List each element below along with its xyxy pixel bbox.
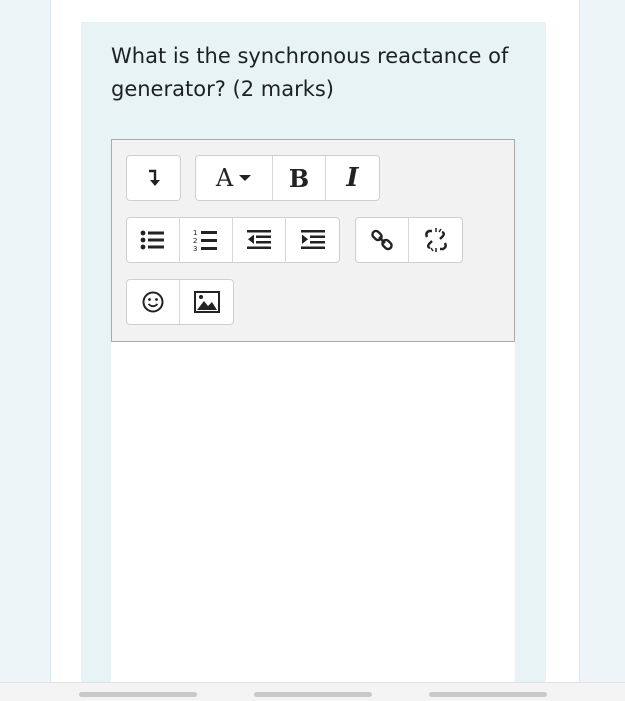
- outdent-icon: [247, 230, 271, 249]
- editor-content-area[interactable]: [111, 342, 515, 682]
- svg-text:3: 3: [193, 245, 197, 252]
- chevron-down-icon: [239, 175, 252, 181]
- indent-icon: [300, 230, 325, 249]
- editor-toolbar: A B I 1 2 3: [111, 139, 515, 342]
- bold-label: B: [288, 163, 310, 193]
- unordered-list-icon: [140, 230, 164, 250]
- ordered-list-button[interactable]: 1 2 3: [180, 218, 233, 262]
- scroll-indicator[interactable]: [79, 692, 197, 697]
- indent-button[interactable]: [286, 218, 339, 262]
- question-text: What is the synchronous reactance of gen…: [111, 44, 509, 101]
- emoji-icon: [142, 291, 164, 313]
- emoji-button[interactable]: [127, 280, 180, 324]
- italic-label: I: [346, 163, 359, 193]
- scroll-indicator[interactable]: [254, 692, 372, 697]
- ordered-list-icon: 1 2 3: [193, 229, 217, 252]
- svg-text:1: 1: [193, 229, 197, 237]
- unlink-button[interactable]: [409, 218, 462, 262]
- insert-image-button[interactable]: [180, 280, 233, 324]
- link-button[interactable]: [356, 218, 409, 262]
- toolbar-group-collapse: [126, 155, 181, 201]
- rich-text-editor: A B I 1 2 3: [111, 139, 515, 682]
- outdent-button[interactable]: [233, 218, 286, 262]
- svg-text:2: 2: [193, 237, 197, 245]
- toolbar-group-lists: 1 2 3: [126, 217, 340, 263]
- toolbar-group-style: A B I: [195, 155, 380, 201]
- image-icon: [193, 291, 220, 313]
- italic-button[interactable]: I: [326, 156, 379, 200]
- bold-button[interactable]: B: [273, 156, 326, 200]
- unordered-list-button[interactable]: [127, 218, 180, 262]
- font-color-button[interactable]: A: [196, 156, 273, 200]
- bottom-scroll-bar: [0, 682, 625, 701]
- toolbar-group-media: [126, 279, 234, 325]
- arrow-down-icon: [148, 169, 160, 186]
- scroll-indicator[interactable]: [429, 692, 547, 697]
- link-icon: [371, 229, 393, 251]
- collapse-toolbar-button[interactable]: [127, 156, 180, 200]
- font-color-label: A: [215, 164, 234, 192]
- toolbar-group-links: [355, 217, 463, 263]
- unlink-icon: [424, 228, 447, 252]
